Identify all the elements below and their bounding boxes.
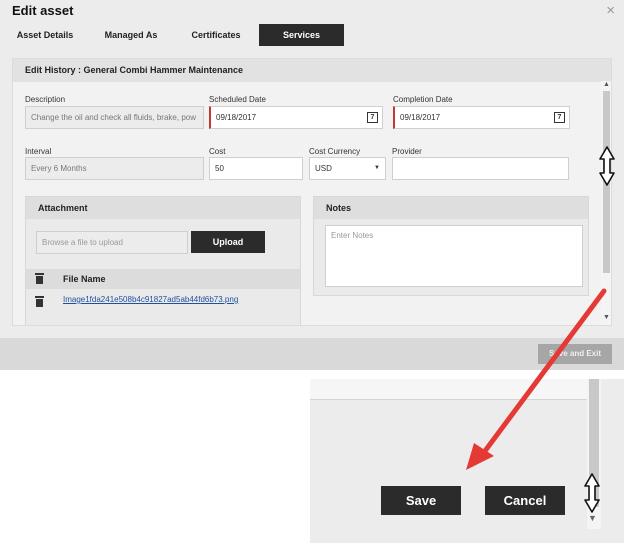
interval-field[interactable]: Every 6 Months xyxy=(25,157,204,180)
modal-title: Edit asset xyxy=(12,3,74,18)
cost-label: Cost xyxy=(209,147,226,156)
cost-currency-label: Cost Currency xyxy=(309,147,361,156)
cancel-button[interactable]: Cancel xyxy=(485,486,565,515)
attachment-file-link[interactable]: Image1fda241e508b4c91827ad5ab44fd6b73.pn… xyxy=(63,295,238,304)
tab-certificates[interactable]: Certificates xyxy=(178,24,254,46)
interval-label: Interval xyxy=(25,147,52,156)
screenshot-canvas: Edit asset × Asset Details Managed As Ce… xyxy=(0,0,624,546)
cost-currency-value: USD xyxy=(315,164,332,173)
scheduled-date-value: 09/18/2017 xyxy=(216,113,257,122)
section-title: Edit History : General Combi Hammer Main… xyxy=(13,59,611,82)
calendar-icon[interactable]: 7 xyxy=(554,112,565,123)
file-grid-header: File Name xyxy=(26,269,300,289)
edit-asset-modal: Edit asset × Asset Details Managed As Ce… xyxy=(0,0,624,370)
notes-panel: Notes Enter Notes xyxy=(313,196,589,296)
tab-bar: Asset Details Managed As Certificates Se… xyxy=(0,24,624,46)
file-browse-input[interactable]: Browse a file to upload xyxy=(36,231,188,254)
save-button[interactable]: Save xyxy=(381,486,461,515)
trash-icon xyxy=(35,273,44,284)
provider-label: Provider xyxy=(392,147,422,156)
tab-services[interactable]: Services xyxy=(259,24,344,46)
attachment-panel: Attachment Browse a file to upload Uploa… xyxy=(25,196,301,325)
scheduled-date-label: Scheduled Date xyxy=(209,95,266,104)
description-field[interactable]: Change the oil and check all fluids, bra… xyxy=(25,106,204,129)
save-and-exit-button[interactable]: Save and Exit xyxy=(538,344,612,364)
completion-date-field[interactable]: 09/18/2017 7 xyxy=(393,106,570,129)
scroll-down-arrow-icon[interactable]: ▼ xyxy=(603,314,610,321)
scroll-thumb[interactable] xyxy=(603,91,610,273)
chevron-down-icon: ▼ xyxy=(374,165,380,171)
services-edit-panel: Edit History : General Combi Hammer Main… xyxy=(12,58,612,326)
zoomed-footer-inset: ▼ Save Cancel xyxy=(310,379,624,543)
completion-date-label: Completion Date xyxy=(393,95,453,104)
notes-textarea[interactable]: Enter Notes xyxy=(325,225,583,287)
inset-scroll-down-icon[interactable]: ▼ xyxy=(588,513,597,523)
trash-icon[interactable] xyxy=(35,296,44,307)
inset-panel-edge xyxy=(310,379,588,400)
cost-input[interactable]: 50 xyxy=(209,157,303,180)
provider-input[interactable] xyxy=(392,157,569,180)
tab-asset-details[interactable]: Asset Details xyxy=(6,24,84,46)
tab-managed-as[interactable]: Managed As xyxy=(92,24,170,46)
description-label: Description xyxy=(25,95,66,104)
close-icon[interactable]: × xyxy=(606,2,615,20)
file-name-header: File Name xyxy=(63,274,106,284)
completion-date-value: 09/18/2017 xyxy=(400,113,441,122)
scroll-up-arrow-icon[interactable]: ▲ xyxy=(603,81,610,88)
inset-scroll-thumb[interactable] xyxy=(589,379,599,507)
modal-footer xyxy=(0,338,624,370)
modal-header: Edit asset × xyxy=(0,0,624,24)
upload-button[interactable]: Upload xyxy=(191,231,265,253)
calendar-icon[interactable]: 7 xyxy=(367,112,378,123)
scheduled-date-field[interactable]: 09/18/2017 7 xyxy=(209,106,383,129)
notes-title: Notes xyxy=(314,197,588,219)
file-row: Image1fda241e508b4c91827ad5ab44fd6b73.pn… xyxy=(26,291,300,311)
attachment-title: Attachment xyxy=(26,197,300,219)
cost-currency-select[interactable]: USD ▼ xyxy=(309,157,386,180)
